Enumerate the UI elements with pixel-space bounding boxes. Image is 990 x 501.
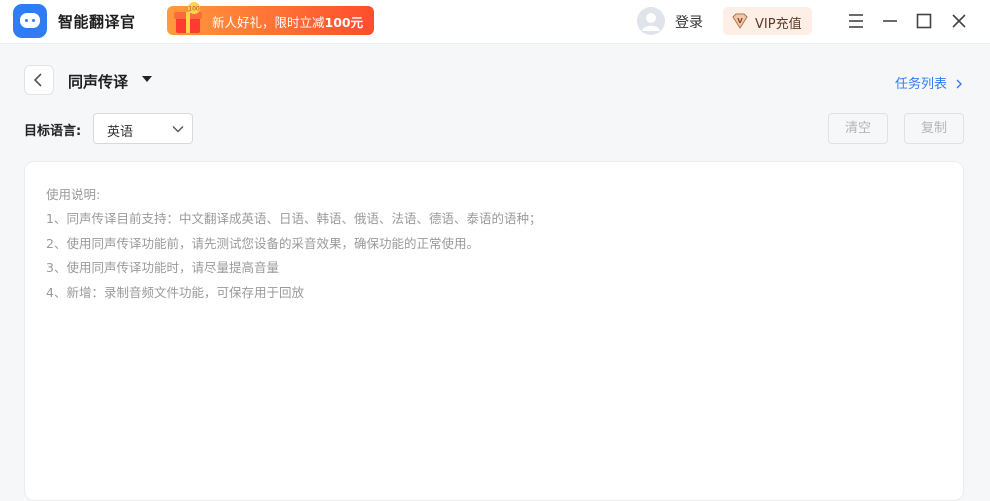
maximize-icon[interactable] [914, 11, 934, 31]
gift-icon: 100 [174, 2, 202, 33]
target-language-label: 目标语言: [24, 124, 82, 139]
clear-button[interactable]: 清空 [828, 113, 888, 144]
minimize-icon[interactable] [880, 11, 900, 31]
caret-down-icon[interactable] [142, 76, 152, 82]
vip-recharge-button[interactable]: V VIP充值 [723, 7, 812, 35]
promo-text: 新人好礼，限时立减 [212, 15, 325, 30]
svg-text:100: 100 [188, 6, 200, 13]
promo-banner[interactable]: 100 新人好礼，限时立减100元 [167, 2, 374, 35]
copy-button[interactable]: 复制 [904, 113, 964, 144]
instruction-item: 4、新增：录制音频文件功能，可保存用于回放 [46, 284, 304, 300]
instructions: 使用说明: 1、同声传译目前支持：中文翻译成英语、日语、韩语、俄语、法语、德语、… [46, 183, 541, 305]
chevron-left-icon [33, 73, 42, 87]
menu-icon[interactable] [846, 11, 866, 31]
instruction-item: 2、使用同声传译功能前，请先测试您设备的采音效果，确保功能的正常使用。 [46, 235, 479, 251]
page-title[interactable]: 同声传译 [68, 71, 128, 92]
title-bar: 智能翻译官 100 新人好礼，限时立减100元 登录 V VIP充值 [0, 0, 990, 44]
chevron-down-icon [172, 126, 184, 133]
transcript-panel[interactable]: 使用说明: 1、同声传译目前支持：中文翻译成英语、日语、韩语、俄语、法语、德语、… [24, 161, 964, 501]
login-link[interactable]: 登录 [675, 12, 703, 32]
app-title: 智能翻译官 [58, 13, 136, 31]
promo-amount: 100元 [324, 15, 364, 30]
user-icon [642, 13, 660, 31]
instructions-heading: 使用说明: [46, 187, 101, 202]
instruction-item: 1、同声传译目前支持：中文翻译成英语、日语、韩语、俄语、法语、德语、泰语的语种； [46, 211, 542, 227]
vip-label: VIP充值 [755, 17, 802, 32]
target-language-value: 英语 [107, 125, 134, 140]
vip-badge-icon: V [732, 13, 748, 29]
back-button[interactable] [24, 65, 54, 95]
task-list-label: 任务列表 [895, 77, 948, 92]
app-logo [13, 4, 47, 38]
close-icon[interactable] [949, 11, 969, 31]
target-language-select[interactable]: 英语 [93, 113, 193, 144]
task-list-link[interactable]: 任务列表 [895, 73, 964, 92]
avatar[interactable] [637, 7, 665, 35]
svg-text:V: V [737, 17, 743, 25]
robot-icon [20, 13, 40, 28]
chevron-right-icon [956, 79, 963, 89]
instruction-item: 3、使用同声传译功能时，请尽量提高音量 [46, 260, 279, 276]
